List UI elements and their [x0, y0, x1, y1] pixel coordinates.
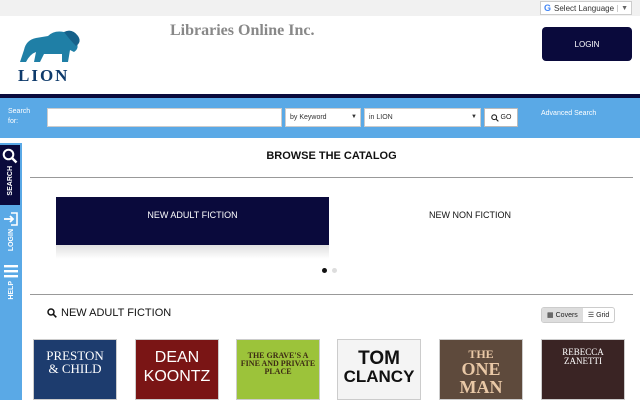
book-cover[interactable]: TOM CLANCY	[337, 339, 421, 400]
search-input[interactable]	[47, 108, 282, 127]
book-cover[interactable]: DEAN KOONTZ	[135, 339, 219, 400]
site-header: LION Libraries Online Inc. LOGIN	[0, 16, 640, 94]
search-type-value: by Keyword	[290, 114, 327, 121]
covers-label: Covers	[555, 311, 578, 319]
page: G Select Language ▼ LION Libraries Onlin…	[0, 0, 640, 400]
lion-logo-icon	[20, 30, 80, 62]
book-cover[interactable]: REBECCA ZANETTI	[541, 339, 625, 400]
search-bar: Search for: by Keyword ▼ in LION ▼ GO Ad…	[0, 98, 640, 138]
sidebar-item-search[interactable]: SEARCH	[0, 145, 20, 205]
carousel-dot-active[interactable]	[322, 268, 327, 273]
section-title-label: NEW ADULT FICTION	[61, 307, 172, 319]
book-cover[interactable]: THE GRAVE'S A FINE AND PRIVATE PLACE	[236, 339, 320, 400]
book-title-line1: TOM	[358, 348, 400, 369]
book-title-line2: ZANETTI	[563, 356, 602, 366]
book-title-line2: ONE MAN	[459, 359, 503, 397]
book-title-line2: KOONTZ	[143, 368, 211, 385]
book-title-line2: FINE AND PRIVATE PLACE	[240, 359, 316, 376]
search-icon	[2, 148, 18, 164]
sidebar-item-help[interactable]: HELP	[0, 263, 22, 300]
search-scope-select[interactable]: in LION ▼	[364, 108, 481, 127]
search-icon	[490, 113, 499, 122]
sidebar-item-label: SEARCH	[6, 166, 14, 196]
carousel-dot[interactable]	[332, 268, 337, 273]
search-type-select[interactable]: by Keyword ▼	[285, 108, 361, 127]
book-cover[interactable]: THE ONE MAN	[439, 339, 523, 400]
divider	[30, 177, 633, 178]
grid-label: Grid	[596, 311, 610, 319]
logo-text: LION	[18, 66, 70, 85]
book-title-line2: & CHILD	[48, 361, 102, 376]
chevron-down-icon: ▼	[617, 4, 628, 12]
language-selector[interactable]: G Select Language ▼	[539, 1, 632, 15]
google-g-icon: G	[543, 3, 551, 13]
book-title-line2: CLANCY	[343, 367, 415, 386]
view-toggle: ▦ Covers ☰ Grid	[541, 307, 616, 323]
sidebar-item-label: LOGIN	[7, 229, 15, 252]
grid-view-button[interactable]: ☰ Grid	[583, 308, 615, 322]
covers-view-button[interactable]: ▦ Covers	[542, 308, 583, 322]
site-title: Libraries Online Inc.	[170, 22, 315, 39]
book-title-line1: DEAN	[154, 349, 200, 366]
chevron-down-icon: ▼	[351, 114, 357, 120]
language-selector-label: Select Language	[554, 3, 615, 13]
search-icon	[47, 308, 57, 318]
section-title: NEW ADULT FICTION	[47, 307, 171, 319]
divider	[30, 294, 633, 295]
login-button[interactable]: LOGIN	[542, 27, 632, 61]
tab-new-non-fiction[interactable]: NEW NON FICTION	[330, 197, 610, 233]
side-toolbar: SEARCH LOGIN HELP	[0, 143, 22, 400]
tab-new-adult-fiction[interactable]: NEW ADULT FICTION	[56, 197, 329, 245]
sidebar-item-login[interactable]: LOGIN	[0, 211, 22, 251]
search-label: Search for:	[8, 108, 31, 125]
sidebar-item-label: HELP	[7, 281, 15, 300]
top-bar: G Select Language ▼	[0, 0, 640, 16]
menu-icon	[4, 265, 18, 278]
login-icon	[4, 212, 18, 226]
browse-catalog-title: BROWSE THE CATALOG	[266, 150, 397, 162]
search-scope-value: in LION	[369, 114, 393, 121]
panel-shadow	[56, 245, 329, 259]
advanced-search-link[interactable]: Advanced Search	[541, 110, 596, 117]
book-cover[interactable]: PRESTON & CHILD	[33, 339, 117, 400]
chevron-down-icon: ▼	[471, 114, 477, 120]
grid-dots-icon: ▦	[547, 312, 554, 319]
go-label: GO	[500, 114, 512, 121]
list-icon: ☰	[587, 312, 595, 319]
go-button[interactable]: GO	[484, 108, 518, 127]
